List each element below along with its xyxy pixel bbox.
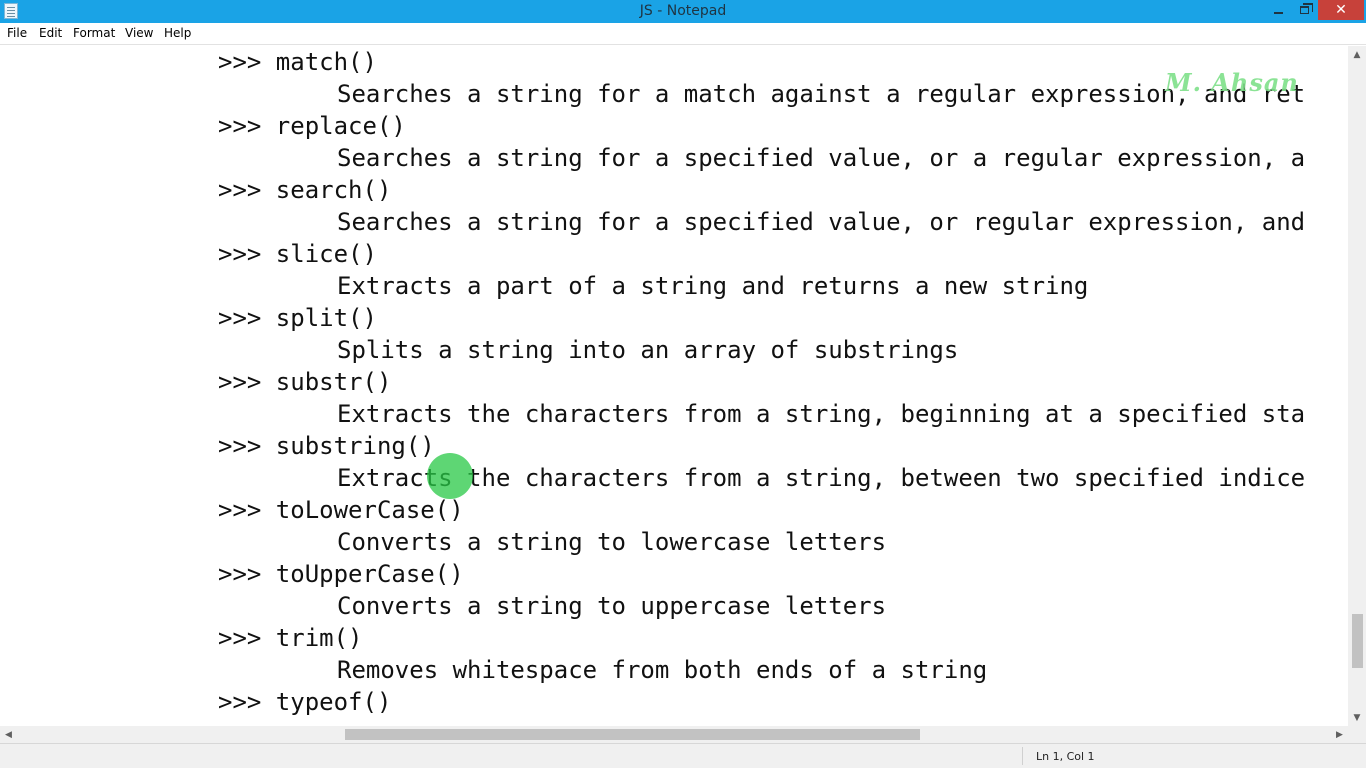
mouse-cursor-highlight (427, 453, 473, 499)
text-line: Searches a string for a match against a … (337, 80, 1306, 108)
text-line: >>> match() (218, 48, 377, 76)
restore-icon (1299, 3, 1313, 14)
minimize-button[interactable] (1266, 0, 1290, 20)
menu-edit[interactable]: Edit (39, 26, 62, 40)
text-line: Splits a string into an array of substri… (337, 336, 959, 364)
vertical-scrollbar[interactable]: ▲ ▼ (1348, 46, 1366, 726)
text-line: Converts a string to lowercase letters (337, 528, 887, 556)
text-line: >>> substring() (218, 432, 435, 460)
text-line: Extracts the characters from a string, b… (337, 464, 1306, 492)
text-line: >>> split() (218, 304, 377, 332)
menu-view[interactable]: View (125, 26, 153, 40)
text-line: Extracts the characters from a string, b… (337, 400, 1306, 428)
menu-format[interactable]: Format (73, 26, 115, 40)
vertical-scroll-thumb[interactable] (1352, 614, 1363, 668)
title-bar[interactable]: JS - Notepad ✕ (0, 0, 1366, 23)
horizontal-scroll-thumb[interactable] (345, 729, 920, 740)
status-bar: Ln 1, Col 1 (0, 743, 1366, 768)
watermark-logo: M. Ahsan (1165, 68, 1299, 97)
scroll-down-icon[interactable]: ▼ (1348, 709, 1366, 726)
close-button[interactable]: ✕ (1318, 0, 1364, 20)
text-line: >>> slice() (218, 240, 377, 268)
text-line: >>> search() (218, 176, 392, 204)
window-title: JS - Notepad (639, 3, 727, 19)
minimize-icon (1273, 12, 1283, 14)
text-line: >>> toLowerCase() (218, 496, 464, 524)
text-line: Searches a string for a specified value,… (337, 208, 1306, 236)
text-line: Removes whitespace from both ends of a s… (337, 656, 988, 684)
text-line: >>> typeof() (218, 688, 392, 716)
close-icon: ✕ (1335, 2, 1347, 18)
scrollbar-corner (1348, 726, 1366, 743)
scroll-left-icon[interactable]: ◀ (0, 726, 17, 743)
text-line: >>> trim() (218, 624, 363, 652)
status-divider (1022, 747, 1023, 765)
text-line: Converts a string to uppercase letters (337, 592, 887, 620)
scroll-right-icon[interactable]: ▶ (1331, 726, 1348, 743)
restore-button[interactable] (1292, 0, 1316, 20)
menu-file[interactable]: File (7, 26, 27, 40)
text-line: >>> toUpperCase() (218, 560, 464, 588)
text-line: >>> substr() (218, 368, 392, 396)
scroll-up-icon[interactable]: ▲ (1348, 46, 1366, 63)
text-line: >>> replace() (218, 112, 406, 140)
cursor-position: Ln 1, Col 1 (1036, 750, 1095, 763)
text-line: Extracts a part of a string and returns … (337, 272, 1089, 300)
menu-help[interactable]: Help (164, 26, 191, 40)
menu-bar: File Edit Format View Help (0, 23, 1366, 45)
horizontal-scrollbar[interactable]: ◀ ▶ (0, 726, 1348, 743)
text-line: Searches a string for a specified value,… (337, 144, 1306, 172)
text-editor[interactable]: >>> match() Searches a string for a matc… (0, 46, 1348, 726)
